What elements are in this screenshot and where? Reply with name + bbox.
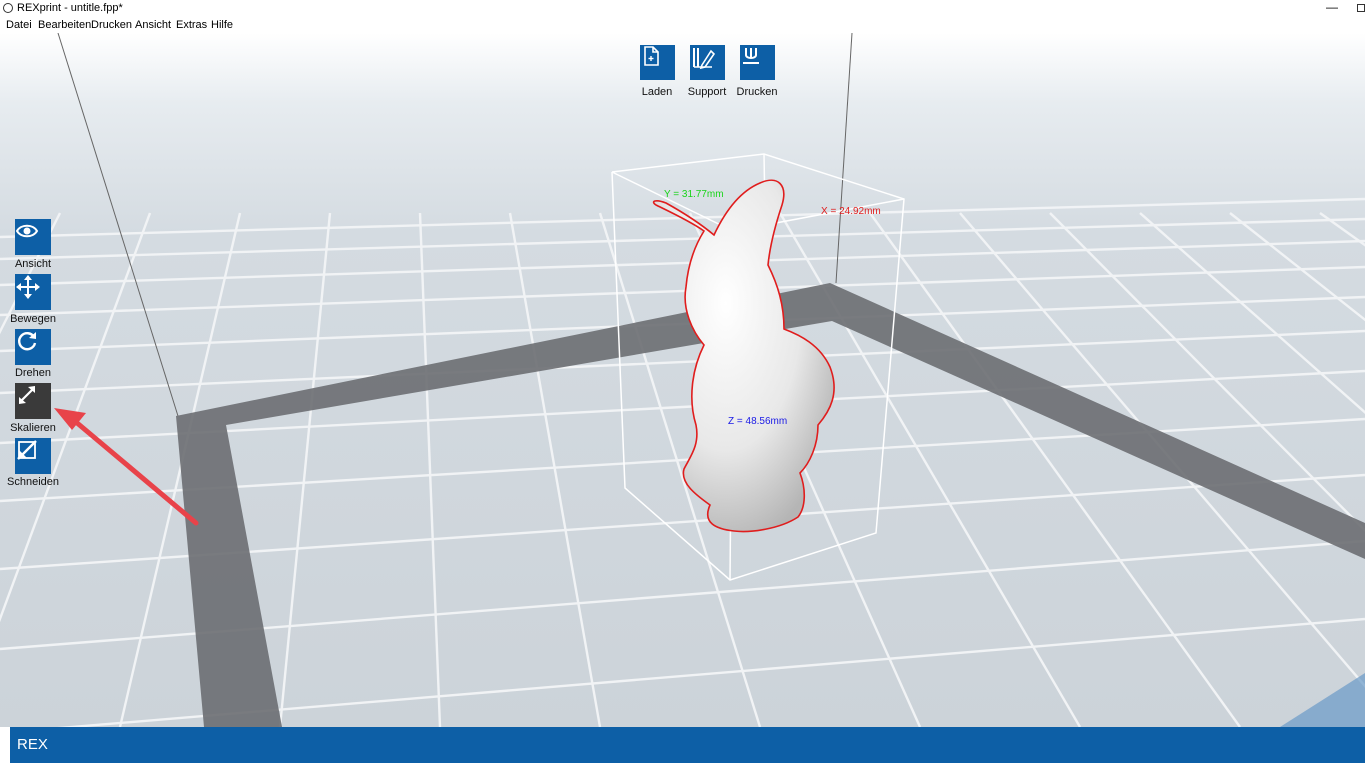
load-button[interactable] <box>640 45 675 80</box>
maximize-button[interactable] <box>1357 4 1365 12</box>
dimension-y-label: Y = 31.77mm <box>664 189 724 200</box>
menu-extras[interactable]: Extras <box>176 19 207 31</box>
build-plate-scene <box>0 33 1365 727</box>
minimize-button[interactable]: — <box>1326 0 1338 16</box>
move-icon <box>16 275 40 299</box>
status-text: REX <box>17 736 48 753</box>
cut-tool-label: Schneiden <box>7 476 59 488</box>
rotate-tool-label: Drehen <box>14 367 52 379</box>
menu-drucken[interactable]: Drucken <box>91 19 132 31</box>
rotate-tool-button[interactable] <box>15 329 51 365</box>
title-bar: REXprint - untitle.fpp* — <box>0 0 1365 18</box>
dimension-z-label: Z = 48.56mm <box>728 416 788 427</box>
menu-ansicht[interactable]: Ansicht <box>135 19 171 31</box>
status-bar: REX <box>10 727 1365 763</box>
bunny-model[interactable] <box>652 179 835 533</box>
menu-datei[interactable]: Datei <box>6 19 32 31</box>
3d-viewport[interactable]: Y = 31.77mm X = 24.92mm Z = 48.56mm Lade… <box>0 33 1365 727</box>
scale-tool-button[interactable] <box>15 383 51 419</box>
menu-hilfe[interactable]: Hilfe <box>211 19 233 31</box>
rotate-icon <box>18 332 37 351</box>
cut-icon <box>17 440 37 460</box>
scale-tool-label: Skalieren <box>10 422 56 434</box>
support-button[interactable] <box>690 45 725 80</box>
menu-bar: Datei Bearbeiten Drucken Ansicht Extras … <box>0 18 1365 34</box>
support-icon <box>693 48 716 70</box>
dimension-x-label: X = 24.92mm <box>821 206 881 217</box>
menu-bearbeiten[interactable]: Bearbeiten <box>38 19 91 31</box>
cut-tool-button[interactable] <box>15 438 51 474</box>
view-tool-button[interactable] <box>15 219 51 255</box>
view-tool-label: Ansicht <box>14 258 52 270</box>
print-icon <box>743 48 759 64</box>
print-button[interactable] <box>740 45 775 80</box>
scale-icon <box>19 386 35 404</box>
move-tool-button[interactable] <box>15 274 51 310</box>
file-icon <box>644 46 659 66</box>
print-label: Drucken <box>736 86 778 98</box>
eye-icon <box>15 224 39 238</box>
window-title: REXprint - untitle.fpp* <box>17 2 123 14</box>
move-tool-label: Bewegen <box>10 313 56 325</box>
app-icon <box>3 3 13 13</box>
